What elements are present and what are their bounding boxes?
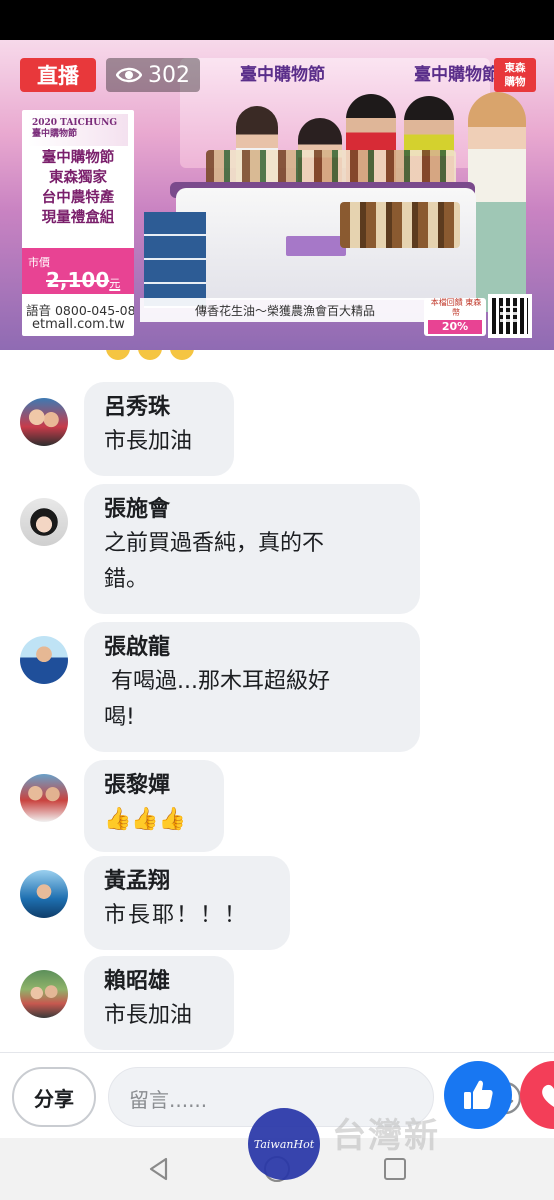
comment-bubble[interactable]: 呂秀珠 市長加油 xyxy=(84,382,234,476)
festival-logo-line1: 2020 TAICHUNG xyxy=(32,118,118,128)
comment-bubble[interactable]: 賴昭雄 市長加油 xyxy=(84,956,234,1050)
like-icon xyxy=(464,1080,493,1109)
festival-logo-line2: 臺中購物節 xyxy=(32,129,78,139)
comment-text: 市長耶！！！ xyxy=(104,903,249,928)
comment-placeholder: 留言...... xyxy=(129,1088,208,1112)
live-badge: 直播 xyxy=(20,58,96,92)
product-display xyxy=(340,202,460,248)
status-bar xyxy=(0,0,554,40)
viewer-count: 302 xyxy=(106,58,200,92)
product-title-line: 現量禮盒組 xyxy=(41,210,115,226)
market-price-unit: 元 xyxy=(109,277,121,290)
reaction-emoji-icon xyxy=(104,350,132,362)
comment-bubble[interactable]: 張啟龍 有喝過...那木耳超級好 喝! xyxy=(84,622,420,752)
comment-text: 市長加油 xyxy=(104,1003,193,1028)
market-price-value: 2,100 xyxy=(46,268,110,292)
avatar[interactable] xyxy=(20,498,68,546)
viewer-count-value: 302 xyxy=(148,62,190,88)
live-video[interactable]: 臺中購物節 臺中購物節 直播 302 東森 購物 2020 TAICHUNG 臺… xyxy=(0,40,554,350)
product-info-card: 2020 TAICHUNG 臺中購物節 臺中購物節 東森獨家 台中農特產 現量禮… xyxy=(22,110,134,336)
promo-label: 本檔回饋 東森幣 xyxy=(430,298,482,317)
channel-logo-line1: 東森 xyxy=(504,62,526,74)
watermark-text: 台灣新 xyxy=(332,1116,440,1156)
comment-text: 市長加油 xyxy=(104,429,193,454)
channel-logo: 東森 購物 xyxy=(494,58,536,92)
comment-bubble[interactable]: 黃孟翔 市長耶！！！ xyxy=(84,856,290,950)
product-title-line: 台中農特產 xyxy=(41,190,115,206)
watermark-logo: TaiwanHot xyxy=(248,1108,320,1180)
shop-website: etmall.com.tw xyxy=(32,317,125,332)
facebook-live-page: 臺中購物節 臺中購物節 直播 302 東森 購物 2020 TAICHUNG 臺… xyxy=(0,0,554,1200)
comment-bubble[interactable]: 張黎嬋 👍👍👍 xyxy=(84,760,224,852)
comment-text: 👍👍👍 xyxy=(104,807,187,832)
product-ticker: 傳香花生油～榮獲農漁會百大精品 xyxy=(140,298,430,322)
market-price: 2,100元 xyxy=(46,268,120,292)
love-button[interactable] xyxy=(520,1061,554,1129)
eye-icon xyxy=(116,67,142,83)
comment-text-line: 喝! xyxy=(104,705,135,730)
studio-banner: 臺中購物節 xyxy=(240,65,325,85)
festival-logo: 2020 TAICHUNG 臺中購物節 xyxy=(28,114,128,146)
comment-author[interactable]: 張啟龍 xyxy=(104,632,400,664)
back-icon[interactable] xyxy=(146,1156,172,1182)
avatar[interactable] xyxy=(20,870,68,918)
product-title-line: 東森獨家 xyxy=(49,170,107,186)
comment-author[interactable]: 黃孟翔 xyxy=(104,866,270,898)
promo-percent: 20% xyxy=(428,320,482,334)
host-figure xyxy=(468,92,526,312)
qr-code xyxy=(488,294,532,338)
product-title-line: 臺中購物節 xyxy=(41,150,115,166)
comment-text-line: 錯。 xyxy=(104,567,149,592)
avatar[interactable] xyxy=(20,774,68,822)
counter-logo xyxy=(286,236,346,256)
comment-author[interactable]: 張黎嬋 xyxy=(104,770,204,802)
like-button[interactable] xyxy=(444,1061,512,1129)
comment-bubble[interactable]: 張施會 之前買過香純，真的不 錯。 xyxy=(84,484,420,614)
studio-banner-right: 臺中購物節 xyxy=(414,65,499,85)
avatar[interactable] xyxy=(20,636,68,684)
love-icon xyxy=(542,1084,554,1107)
comment-author[interactable]: 呂秀珠 xyxy=(104,392,214,424)
avatar[interactable] xyxy=(20,398,68,446)
avatar[interactable] xyxy=(20,970,68,1018)
reaction-emoji-icon xyxy=(168,350,196,362)
product-title-lines: 臺中購物節 東森獨家 台中農特產 現量禮盒組 xyxy=(22,146,134,230)
channel-logo-line2: 購物 xyxy=(504,76,526,88)
recent-apps-icon[interactable] xyxy=(384,1158,406,1180)
reaction-strip xyxy=(104,350,196,362)
festival-logo-text: 2020 TAICHUNG 臺中購物節 xyxy=(32,118,117,140)
comment-text-line: 有喝過...那木耳超級好 xyxy=(104,669,330,694)
reaction-emoji-icon xyxy=(136,350,164,362)
comment-text-line: 之前買過香純，真的不 xyxy=(104,531,325,556)
share-button[interactable]: 分享 xyxy=(12,1067,96,1127)
comment-author[interactable]: 張施會 xyxy=(104,494,400,526)
comment-author[interactable]: 賴昭雄 xyxy=(104,966,214,998)
gift-boxes xyxy=(144,212,206,308)
